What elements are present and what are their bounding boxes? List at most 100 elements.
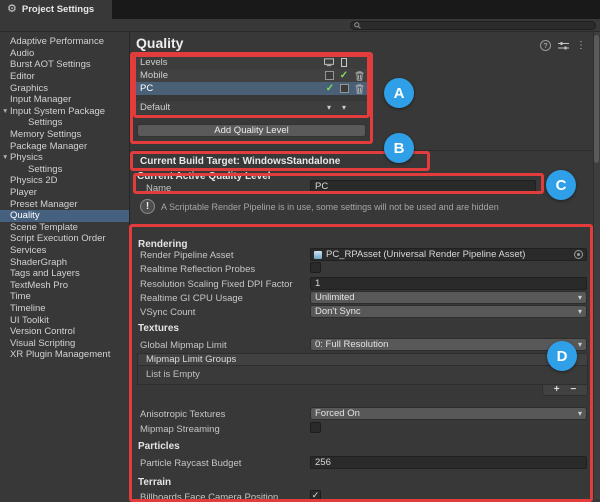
levels-header-row: Levels <box>135 56 368 69</box>
quality-level-row-mobile[interactable]: Mobile ✓ <box>135 69 368 82</box>
sidebar-item-scene-template[interactable]: Scene Template <box>0 222 129 234</box>
levels-header-label: Levels <box>140 57 167 68</box>
sidebar-item-label: Player <box>10 187 37 198</box>
sidebar-item-physics[interactable]: ▼Physics <box>0 152 129 164</box>
active-quality-header: Current Active Quality Level <box>137 171 271 182</box>
sidebar-item-label: Services <box>10 245 46 256</box>
remove-list-item-button[interactable]: − <box>570 385 576 395</box>
sidebar-item-version-control[interactable]: Version Control <box>0 326 129 338</box>
default-mobile-dropdown[interactable]: ▾ <box>339 103 349 113</box>
realtime-reflection-probes-label: Realtime Reflection Probes <box>140 264 255 275</box>
scrollbar-thumb[interactable] <box>594 35 599 163</box>
sidebar-item-label: Input System Package <box>10 106 105 117</box>
sidebar-item-textmesh-pro[interactable]: TextMesh Pro <box>0 279 129 291</box>
sidebar-item-label: Burst AOT Settings <box>10 59 91 70</box>
sidebar-item-label: Input Manager <box>10 94 71 105</box>
render-pipeline-asset-field[interactable]: PC_RPAsset (Universal Render Pipeline As… <box>310 248 587 261</box>
sidebar-item-label: Script Execution Order <box>10 233 106 244</box>
anisotropic-textures-dropdown[interactable]: Forced On ▾ <box>310 407 587 420</box>
sidebar-item-label: Adaptive Performance <box>10 36 104 47</box>
quality-name-field[interactable]: PC <box>310 180 536 193</box>
sidebar-item-input-manager[interactable]: Input Manager <box>0 94 129 106</box>
sidebar-item-memory-settings[interactable]: Memory Settings <box>0 129 129 141</box>
add-list-item-button[interactable]: + <box>554 385 560 395</box>
realtime-gi-dropdown[interactable]: Unlimited ▾ <box>310 291 587 304</box>
sidebar-item-physics-2d[interactable]: Physics 2D <box>0 175 129 187</box>
chevron-down-icon: ▾ <box>327 103 331 112</box>
platform-default-check-icon[interactable]: ✓ <box>339 71 349 81</box>
anisotropic-textures-label: Anisotropic Textures <box>140 409 225 420</box>
name-label: Name <box>146 183 171 194</box>
quality-level-row-pc[interactable]: PC✓ <box>135 82 368 95</box>
sidebar-item-visual-scripting[interactable]: Visual Scripting <box>0 337 129 349</box>
desktop-platform-icon <box>324 58 334 68</box>
sidebar-item-package-manager[interactable]: Package Manager <box>0 140 129 152</box>
sidebar-item-quality[interactable]: Quality <box>0 210 129 222</box>
mipmap-streaming-label: Mipmap Streaming <box>140 424 220 435</box>
preset-icon[interactable] <box>558 41 569 51</box>
object-picker-icon[interactable] <box>574 250 583 259</box>
platform-default-check-icon[interactable]: ✓ <box>325 84 335 94</box>
platform-default-checkbox[interactable] <box>340 84 349 93</box>
gear-icon: ⚙ <box>7 4 17 15</box>
foldout-icon[interactable]: ▼ <box>2 108 8 115</box>
sidebar-item-input-system-package[interactable]: ▼Input System Package <box>0 106 129 118</box>
billboards-face-camera-checkbox[interactable]: ✓ <box>310 490 321 499</box>
sidebar-item-settings[interactable]: Settings <box>0 164 129 176</box>
global-mipmap-limit-label: Global Mipmap Limit <box>140 340 227 351</box>
srp-warning-text: A Scriptable Render Pipeline is in use, … <box>161 202 499 212</box>
particles-section-header: Particles <box>138 441 180 452</box>
add-quality-level-button[interactable]: Add Quality Level <box>137 124 366 137</box>
help-icon[interactable]: ? <box>540 40 551 51</box>
default-desktop-dropdown[interactable]: ▾ <box>324 103 334 113</box>
platform-default-checkbox[interactable] <box>325 71 334 80</box>
sidebar-item-timeline[interactable]: Timeline <box>0 303 129 315</box>
kebab-menu-icon[interactable]: ⋮ <box>576 41 586 51</box>
sidebar-item-time[interactable]: Time <box>0 291 129 303</box>
tab-title: Project Settings <box>22 4 94 15</box>
mipmap-streaming-checkbox[interactable] <box>310 422 321 433</box>
sidebar-item-label: Version Control <box>10 326 75 337</box>
sidebar-item-adaptive-performance[interactable]: Adaptive Performance <box>0 36 129 48</box>
quality-level-name: Mobile <box>140 70 168 81</box>
rendering-section-header: Rendering <box>138 239 187 250</box>
sidebar-item-audio[interactable]: Audio <box>0 48 129 60</box>
render-pipeline-asset-value: PC_RPAsset (Universal Render Pipeline As… <box>326 249 525 260</box>
sidebar-item-label: Audio <box>10 48 34 59</box>
sidebar-item-preset-manager[interactable]: Preset Manager <box>0 198 129 210</box>
sidebar-item-burst-aot-settings[interactable]: Burst AOT Settings <box>0 59 129 71</box>
mobile-platform-icon <box>339 58 349 68</box>
sidebar-item-label: Timeline <box>10 303 46 314</box>
resolution-scaling-field[interactable]: 1 <box>310 277 587 290</box>
particle-raycast-budget-field[interactable]: 256 <box>310 456 587 469</box>
global-mipmap-limit-dropdown[interactable]: 0: Full Resolution ▾ <box>310 338 587 351</box>
section-divider <box>134 150 594 151</box>
sidebar-item-script-execution-order[interactable]: Script Execution Order <box>0 233 129 245</box>
sidebar-item-graphics[interactable]: Graphics <box>0 82 129 94</box>
search-input[interactable] <box>350 21 596 30</box>
vertical-scrollbar[interactable] <box>593 32 600 499</box>
sidebar-item-services[interactable]: Services <box>0 245 129 257</box>
sidebar-item-ui-toolkit[interactable]: UI Toolkit <box>0 314 129 326</box>
sidebar-item-player[interactable]: Player <box>0 187 129 199</box>
sidebar-item-label: Time <box>10 291 31 302</box>
sidebar-item-tags-and-layers[interactable]: Tags and Layers <box>0 268 129 280</box>
window-tab-bar: ⚙ Project Settings <box>0 0 600 19</box>
realtime-reflection-probes-checkbox[interactable] <box>310 262 321 273</box>
tab-project-settings[interactable]: ⚙ Project Settings <box>0 0 112 19</box>
page-title: Quality <box>136 35 183 51</box>
delete-level-icon[interactable] <box>354 84 364 94</box>
sidebar-item-label: Settings <box>28 164 62 175</box>
search-icon <box>354 22 361 29</box>
vsync-count-label: VSync Count <box>140 307 195 318</box>
sidebar-item-xr-plugin-management[interactable]: XR Plugin Management <box>0 349 129 361</box>
quality-levels-table: Levels Mobile✓PC✓ Default ▾ ▾ <box>135 56 368 114</box>
vsync-count-dropdown[interactable]: Don't Sync ▾ <box>310 305 587 318</box>
sidebar-item-shadergraph[interactable]: ShaderGraph <box>0 256 129 268</box>
sidebar-item-settings[interactable]: Settings <box>0 117 129 129</box>
quality-name-value: PC <box>315 181 328 192</box>
sidebar-item-editor[interactable]: Editor <box>0 71 129 83</box>
delete-level-icon[interactable] <box>354 71 364 81</box>
foldout-icon[interactable]: ▼ <box>2 154 8 161</box>
sidebar-item-label: Quality <box>10 210 40 221</box>
